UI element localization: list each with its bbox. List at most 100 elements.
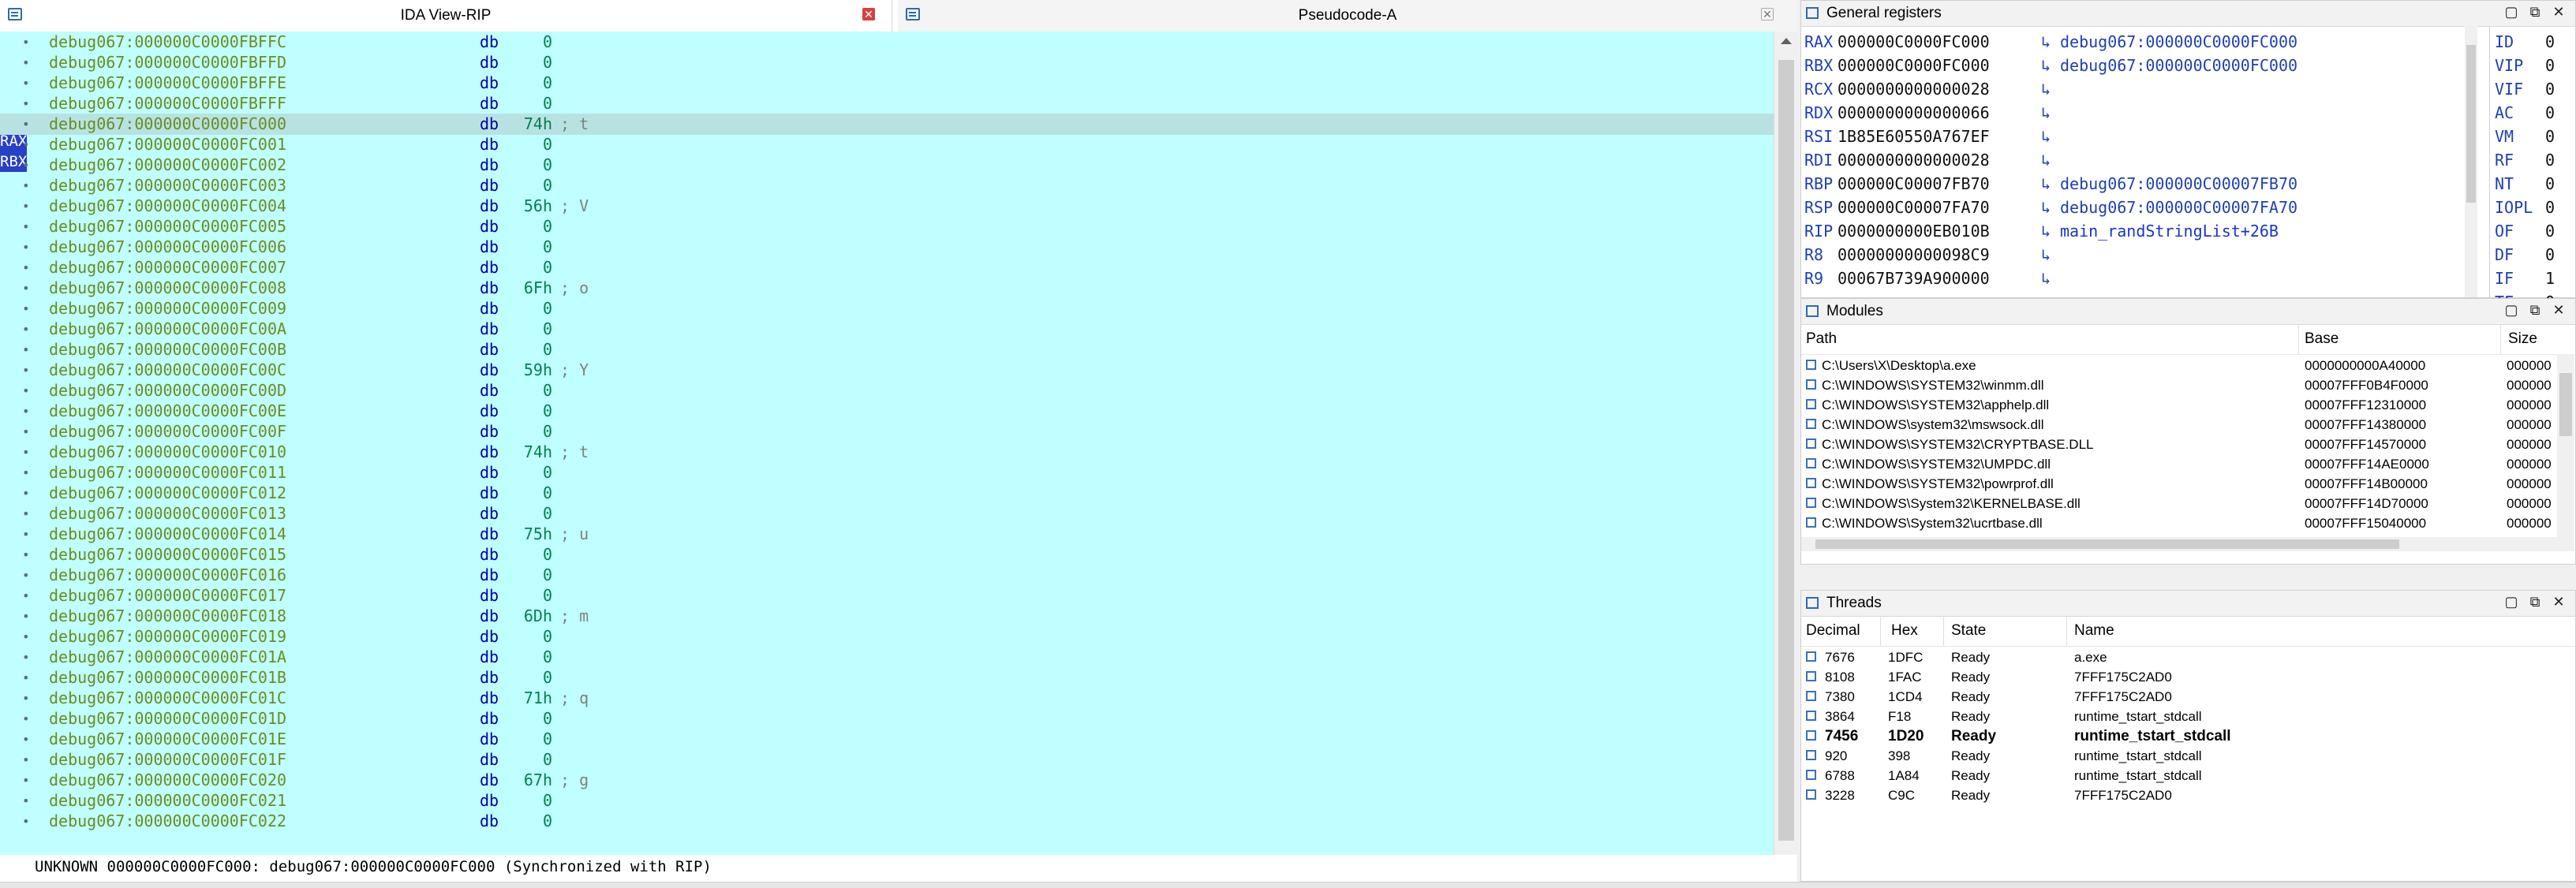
row-address[interactable]: debug067:000000C0000FC020 (49, 770, 286, 791)
listing-row[interactable]: • debug067:000000C0000FC020 db 67h ; g (0, 770, 1774, 791)
row-address[interactable]: debug067:000000C0000FC00C (49, 360, 286, 381)
listing-row[interactable]: • debug067:000000C0000FC016 db 0 (0, 565, 1774, 586)
module-row[interactable]: C:\WINDOWS\SYSTEM32\UMPDC.dll 00007FFF14A… (1804, 454, 2554, 474)
column-separator[interactable] (2298, 324, 2299, 354)
close-tab-icon[interactable]: ✕ (1761, 8, 1774, 21)
minimize-icon[interactable]: ▢ (2499, 302, 2523, 319)
thread-row[interactable]: 3864 F18 Ready runtime_tstart_stdcall (1804, 707, 2514, 726)
module-row[interactable]: C:\WINDOWS\SYSTEM32\apphelp.dll 00007FFF1… (1804, 395, 2554, 415)
row-address[interactable]: debug067:000000C0000FC007 (49, 257, 286, 278)
listing-row[interactable]: • debug067:000000C0000FC00B db 0 (0, 339, 1774, 360)
thread-row[interactable]: 7456 1D20 Ready runtime_tstart_stdcall (1804, 726, 2514, 746)
listing-row[interactable]: • debug067:000000C0000FC015 db 0 (0, 544, 1774, 565)
close-icon[interactable]: ✕ (2547, 594, 2570, 610)
scroll-up-arrow-icon[interactable] (1781, 38, 1792, 44)
flag-value[interactable]: 1 (2545, 267, 2555, 290)
column-header-state[interactable]: State (1951, 622, 1986, 640)
register-value[interactable]: 000000C0000FC000 (1838, 30, 1990, 54)
listing-row[interactable]: • debug067:000000C0000FC010 db 74h ; t (0, 442, 1774, 463)
module-row[interactable]: C:\WINDOWS\SYSTEM32\powrprof.dll 00007FFF… (1804, 474, 2554, 494)
row-address[interactable]: debug067:000000C0000FC016 (49, 565, 286, 586)
listing-row[interactable]: • debug067:000000C0000FC01A db 0 (0, 647, 1774, 668)
column-separator[interactable] (2066, 616, 2067, 646)
listing-row[interactable]: • debug067:000000C0000FC01E db 0 (0, 729, 1774, 750)
thread-row[interactable]: 6788 1A84 Ready runtime_tstart_stdcall (1804, 766, 2514, 785)
column-header-path[interactable]: Path (1806, 330, 1837, 348)
modules-horizontal-scrollbar[interactable] (1801, 537, 2557, 551)
listing-row[interactable]: • debug067:000000C0000FC021 db 0 (0, 790, 1774, 812)
minimize-icon[interactable]: ▢ (2499, 594, 2523, 610)
listing-row[interactable]: • debug067:000000C0000FC018 db 6Dh ; m (0, 606, 1774, 627)
flag-value[interactable]: 0 (2545, 243, 2555, 267)
flag-value[interactable]: 0 (2545, 30, 2555, 54)
thread-row[interactable]: 920 398 Ready runtime_tstart_stdcall (1804, 746, 2514, 766)
listing-row[interactable]: • debug067:000000C0000FC011 db 0 (0, 462, 1774, 483)
row-address[interactable]: debug067:000000C0000FC014 (49, 524, 286, 545)
listing-row[interactable]: • debug067:000000C0000FC012 db 0 (0, 483, 1774, 504)
listing-row[interactable]: • debug067:000000C0000FBFFD db 0 (0, 52, 1774, 73)
listing-row[interactable]: • debug067:000000C0000FC006 db 0 (0, 237, 1774, 258)
listing-row[interactable]: • debug067:000000C0000FC009 db 0 (0, 298, 1774, 319)
module-row[interactable]: C:\WINDOWS\SYSTEM32\CRYPTBASE.DLL 00007FF… (1804, 435, 2554, 454)
row-address[interactable]: debug067:000000C0000FBFFC (49, 32, 286, 53)
restore-icon[interactable]: ⧉ (2523, 302, 2547, 319)
listing-row[interactable]: • debug067:000000C0000FC00D db 0 (0, 380, 1774, 401)
row-address[interactable]: debug067:000000C0000FC00F (49, 421, 286, 442)
listing-row[interactable]: • debug067:000000C0000FC000 db 74h ; t (0, 114, 1774, 135)
register-reference[interactable]: debug067:000000C0000FC000 (2060, 54, 2297, 77)
restore-icon[interactable]: ⧉ (2523, 4, 2547, 21)
row-address[interactable]: debug067:000000C0000FBFFF (49, 93, 286, 114)
row-address[interactable]: debug067:000000C0000FC015 (49, 544, 286, 565)
row-address[interactable]: debug067:000000C0000FC011 (49, 462, 286, 483)
row-address[interactable]: debug067:000000C0000FC006 (49, 237, 286, 258)
row-address[interactable]: debug067:000000C0000FC00D (49, 380, 286, 401)
module-row[interactable]: C:\WINDOWS\System32\ucrtbase.dll 00007FFF… (1804, 513, 2554, 533)
listing-row[interactable]: • debug067:000000C0000FBFFE db 0 (0, 73, 1774, 94)
row-address[interactable]: debug067:000000C0000FC003 (49, 175, 286, 196)
row-address[interactable]: debug067:000000C0000FBFFE (49, 73, 286, 94)
restore-icon[interactable]: ⧉ (2523, 594, 2547, 610)
module-row[interactable]: C:\WINDOWS\system32\mswsock.dll 00007FFF1… (1804, 415, 2554, 435)
listing-row[interactable]: • debug067:000000C0000FC002 db 0 (0, 155, 1774, 176)
thread-row[interactable]: 3228 C9C Ready 7FFF175C2AD0 (1804, 785, 2514, 805)
listing-row[interactable]: • debug067:000000C0000FC008 db 6Fh ; o (0, 278, 1774, 299)
tab-pseudocode-a[interactable]: Pseudocode-A ✕ (898, 0, 1797, 32)
row-address[interactable]: debug067:000000C0000FC005 (49, 216, 286, 237)
minimize-icon[interactable]: ▢ (2499, 4, 2523, 21)
flag-value[interactable]: 0 (2545, 148, 2555, 172)
row-address[interactable]: debug067:000000C0000FC01F (49, 749, 286, 770)
row-address[interactable]: debug067:000000C0000FC009 (49, 298, 286, 319)
module-row[interactable]: C:\WINDOWS\SYSTEM32\winmm.dll 00007FFF0B4… (1804, 375, 2554, 395)
register-reference[interactable]: debug067:000000C00007FB70 (2060, 172, 2297, 196)
row-address[interactable]: debug067:000000C0000FC01E (49, 729, 286, 750)
row-address[interactable]: debug067:000000C0000FC01B (49, 667, 286, 688)
flag-value[interactable]: 0 (2545, 54, 2555, 77)
listing-row[interactable]: • debug067:000000C0000FC01C db 71h ; q (0, 688, 1774, 709)
listing-row[interactable]: • debug067:000000C0000FC003 db 0 (0, 175, 1774, 196)
row-address[interactable]: debug067:000000C0000FC002 (49, 155, 286, 176)
listing-row[interactable]: • debug067:000000C0000FC013 db 0 (0, 503, 1774, 524)
flag-value[interactable]: 0 (2545, 125, 2555, 148)
register-value[interactable]: 0000000000000028 (1838, 148, 1990, 172)
thread-row[interactable]: 8108 1FAC Ready 7FFF175C2AD0 (1804, 667, 2514, 687)
thread-row[interactable]: 7676 1DFC Ready a.exe (1804, 647, 2514, 667)
column-header-decimal[interactable]: Decimal (1806, 622, 1860, 640)
flag-value[interactable]: 0 (2545, 196, 2555, 219)
listing-row[interactable]: • debug067:000000C0000FC005 db 0 (0, 216, 1774, 237)
flag-value[interactable]: 0 (2545, 219, 2555, 243)
register-value[interactable]: 000000C00007FA70 (1838, 196, 1990, 219)
register-value[interactable]: 000000C0000FC000 (1838, 54, 1990, 77)
register-reference[interactable]: debug067:000000C0000FC000 (2060, 30, 2297, 54)
scrollbar-thumb[interactable] (1778, 60, 1794, 841)
flag-value[interactable]: 0 (2545, 101, 2555, 125)
listing-row[interactable]: • debug067:000000C0000FC007 db 0 (0, 257, 1774, 278)
registers-vertical-scrollbar[interactable] (2465, 26, 2477, 297)
close-icon[interactable]: ✕ (2547, 4, 2570, 21)
listing-row[interactable]: • debug067:000000C0000FC019 db 0 (0, 626, 1774, 647)
listing-row[interactable]: • debug067:000000C0000FBFFF db 0 (0, 93, 1774, 114)
row-address[interactable]: debug067:000000C0000FC010 (49, 442, 286, 463)
column-header-name[interactable]: Name (2074, 622, 2114, 640)
listing-row[interactable]: • debug067:000000C0000FC017 db 0 (0, 585, 1774, 606)
register-value[interactable]: 0000000000000028 (1838, 77, 1990, 101)
scrollbar-thumb[interactable] (2466, 45, 2476, 203)
